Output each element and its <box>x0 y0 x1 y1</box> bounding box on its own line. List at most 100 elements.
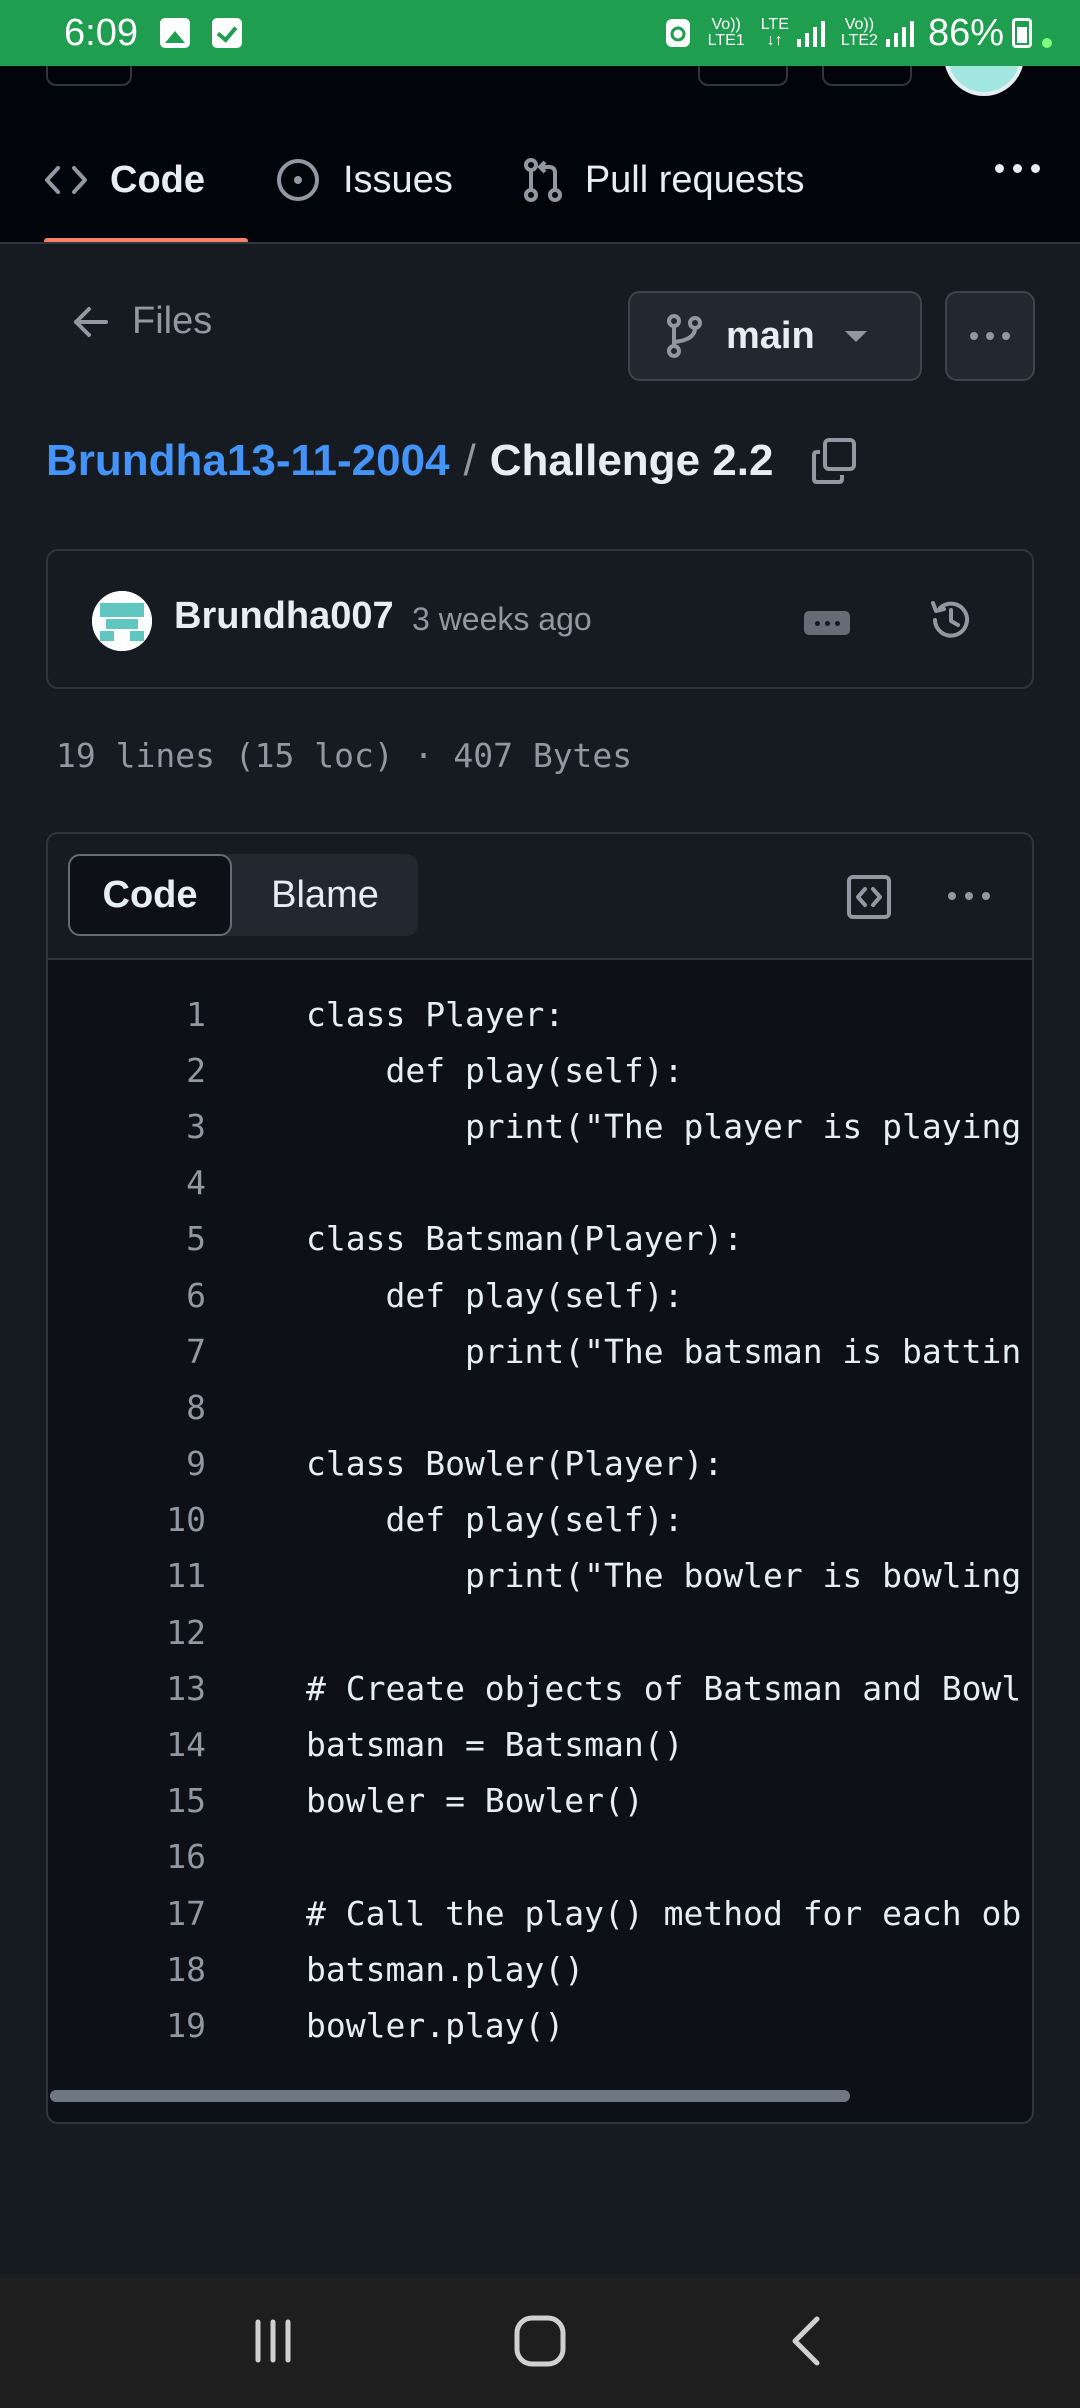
line-number[interactable]: 19 <box>48 2006 206 2045</box>
code-text: bowler.play() <box>306 2005 565 2045</box>
tab-label: Code <box>110 158 205 201</box>
line-number[interactable]: 4 <box>48 1163 206 1202</box>
files-label: Files <box>132 300 213 342</box>
tab-label: Pull requests <box>584 158 805 201</box>
line-number[interactable]: 9 <box>48 1444 206 1483</box>
battery-icon <box>1012 18 1032 48</box>
repo-tabs: Code Issues Pull requests <box>44 150 875 210</box>
code-text: batsman.play() <box>306 1949 585 1989</box>
code-lines: 1 class Player: 2 def play(self): 3 print("… <box>48 986 1032 2054</box>
home-icon[interactable] <box>500 2301 580 2381</box>
code-line: 19 bowler.play() <box>48 1997 1032 2053</box>
code-line: 2 def play(self): <box>48 1042 1032 1098</box>
tab-code[interactable]: Code <box>44 150 205 210</box>
history-icon[interactable] <box>928 597 974 643</box>
branch-selector[interactable]: main <box>628 291 922 381</box>
line-number[interactable]: 5 <box>48 1219 206 1258</box>
kebab-horizontal-icon[interactable] <box>948 892 990 900</box>
line-number[interactable]: 16 <box>48 1837 206 1876</box>
horizontal-scrollbar[interactable] <box>50 2090 850 2102</box>
gallery-notification-icon <box>159 18 190 48</box>
scrolled-header-row <box>0 66 1080 96</box>
line-number[interactable]: 14 <box>48 1725 206 1764</box>
code-line: 8 <box>48 1379 1032 1435</box>
line-number[interactable]: 8 <box>48 1388 206 1427</box>
copy-icon[interactable] <box>811 437 857 485</box>
breadcrumb-repo-link[interactable]: Brundha13-11-2004 <box>46 436 450 486</box>
task-notification-icon <box>211 18 242 48</box>
sim1-network: Vo)) LTE1 <box>707 16 745 49</box>
blame-view-button[interactable]: Blame <box>232 854 418 936</box>
raw-code-icon[interactable] <box>846 874 892 920</box>
latest-commit: Brundha007 3 weeks ago <box>46 549 1034 689</box>
line-number[interactable]: 15 <box>48 1781 206 1820</box>
tab-pull-requests[interactable]: Pull requests <box>523 150 805 210</box>
code-line: 10 def play(self): <box>48 1492 1032 1548</box>
kebab-horizontal-icon[interactable] <box>995 164 1040 173</box>
avatar[interactable] <box>944 66 1024 96</box>
code-line: 13 # Create objects of Batsman and Bowl <box>48 1660 1032 1716</box>
commit-message-toggle[interactable] <box>804 611 850 635</box>
repo-header: Code Issues Pull requests <box>0 66 1080 244</box>
line-number[interactable]: 17 <box>48 1894 206 1933</box>
active-tab-indicator <box>44 238 248 242</box>
kebab-horizontal-icon <box>970 332 978 340</box>
view-mode-toggle: Code Blame <box>68 854 418 936</box>
code-icon <box>44 163 88 197</box>
header-action-button[interactable] <box>698 66 788 86</box>
line-number[interactable]: 18 <box>48 1950 206 1989</box>
code-line: 15 bowler = Bowler() <box>48 1773 1032 1829</box>
back-icon[interactable] <box>767 2301 847 2381</box>
line-number[interactable]: 6 <box>48 1276 206 1315</box>
tab-issues[interactable]: Issues <box>275 150 453 210</box>
code-text: def play(self): <box>306 1500 684 1540</box>
status-bar: 6:09 Vo)) LTE1 LTE ↓↑ Vo)) LTE2 86% <box>0 0 1080 66</box>
arrow-left-icon <box>72 305 110 339</box>
code-line: 4 <box>48 1155 1032 1211</box>
code-line: 1 class Player: <box>48 986 1032 1042</box>
code-text: def play(self): <box>306 1275 684 1315</box>
code-view-button[interactable]: Code <box>68 854 232 936</box>
code-line: 6 def play(self): <box>48 1267 1032 1323</box>
line-number[interactable]: 2 <box>48 1051 206 1090</box>
line-number[interactable]: 12 <box>48 1613 206 1652</box>
issue-icon <box>275 157 321 203</box>
line-number[interactable]: 11 <box>48 1556 206 1595</box>
battery-percentage: 86% <box>927 11 1004 54</box>
recent-apps-icon[interactable] <box>233 2301 313 2381</box>
branch-name: main <box>726 314 815 357</box>
commit-author[interactable]: Brundha007 <box>174 595 394 638</box>
files-back-button[interactable]: Files <box>72 300 212 343</box>
code-text: print("The batsman is battin <box>306 1331 1022 1371</box>
code-text: # Create objects of Batsman and Bowl <box>306 1668 1022 1708</box>
code-line: 17 # Call the play() method for each ob <box>48 1885 1032 1941</box>
tab-label: Issues <box>343 158 453 201</box>
recycle-icon <box>664 17 692 49</box>
back-button[interactable] <box>46 66 132 86</box>
privacy-dot-icon <box>1042 38 1052 48</box>
lte-indicator: LTE ↓↑ <box>760 16 789 49</box>
code-text: print("The player is playing <box>306 1106 1022 1146</box>
code-text: # Call the play() method for each ob <box>306 1893 1022 1933</box>
breadcrumb-separator: / <box>463 436 476 485</box>
line-number[interactable]: 1 <box>48 995 206 1034</box>
avatar[interactable] <box>92 591 152 651</box>
line-number[interactable]: 7 <box>48 1332 206 1371</box>
file-actions-button[interactable] <box>945 291 1035 381</box>
file-info: 19 lines (15 loc) · 407 Bytes <box>56 736 633 775</box>
git-branch-icon <box>666 314 702 358</box>
chevron-down-icon <box>844 330 867 342</box>
code-line: 11 print("The bowler is bowling <box>48 1548 1032 1604</box>
code-text: class Batsman(Player): <box>306 1219 744 1259</box>
commit-time: 3 weeks ago <box>412 601 592 637</box>
code-line: 16 <box>48 1829 1032 1885</box>
code-text: class Player: <box>306 994 565 1034</box>
code-line: 3 print("The player is playing <box>48 1098 1032 1154</box>
breadcrumb: Brundha13-11-2004 / Challenge 2.2 <box>46 436 857 486</box>
code-line: 5 class Batsman(Player): <box>48 1211 1032 1267</box>
signal-icon <box>885 19 914 47</box>
line-number[interactable]: 10 <box>48 1500 206 1539</box>
line-number[interactable]: 3 <box>48 1107 206 1146</box>
header-action-button[interactable] <box>822 66 912 86</box>
line-number[interactable]: 13 <box>48 1669 206 1708</box>
